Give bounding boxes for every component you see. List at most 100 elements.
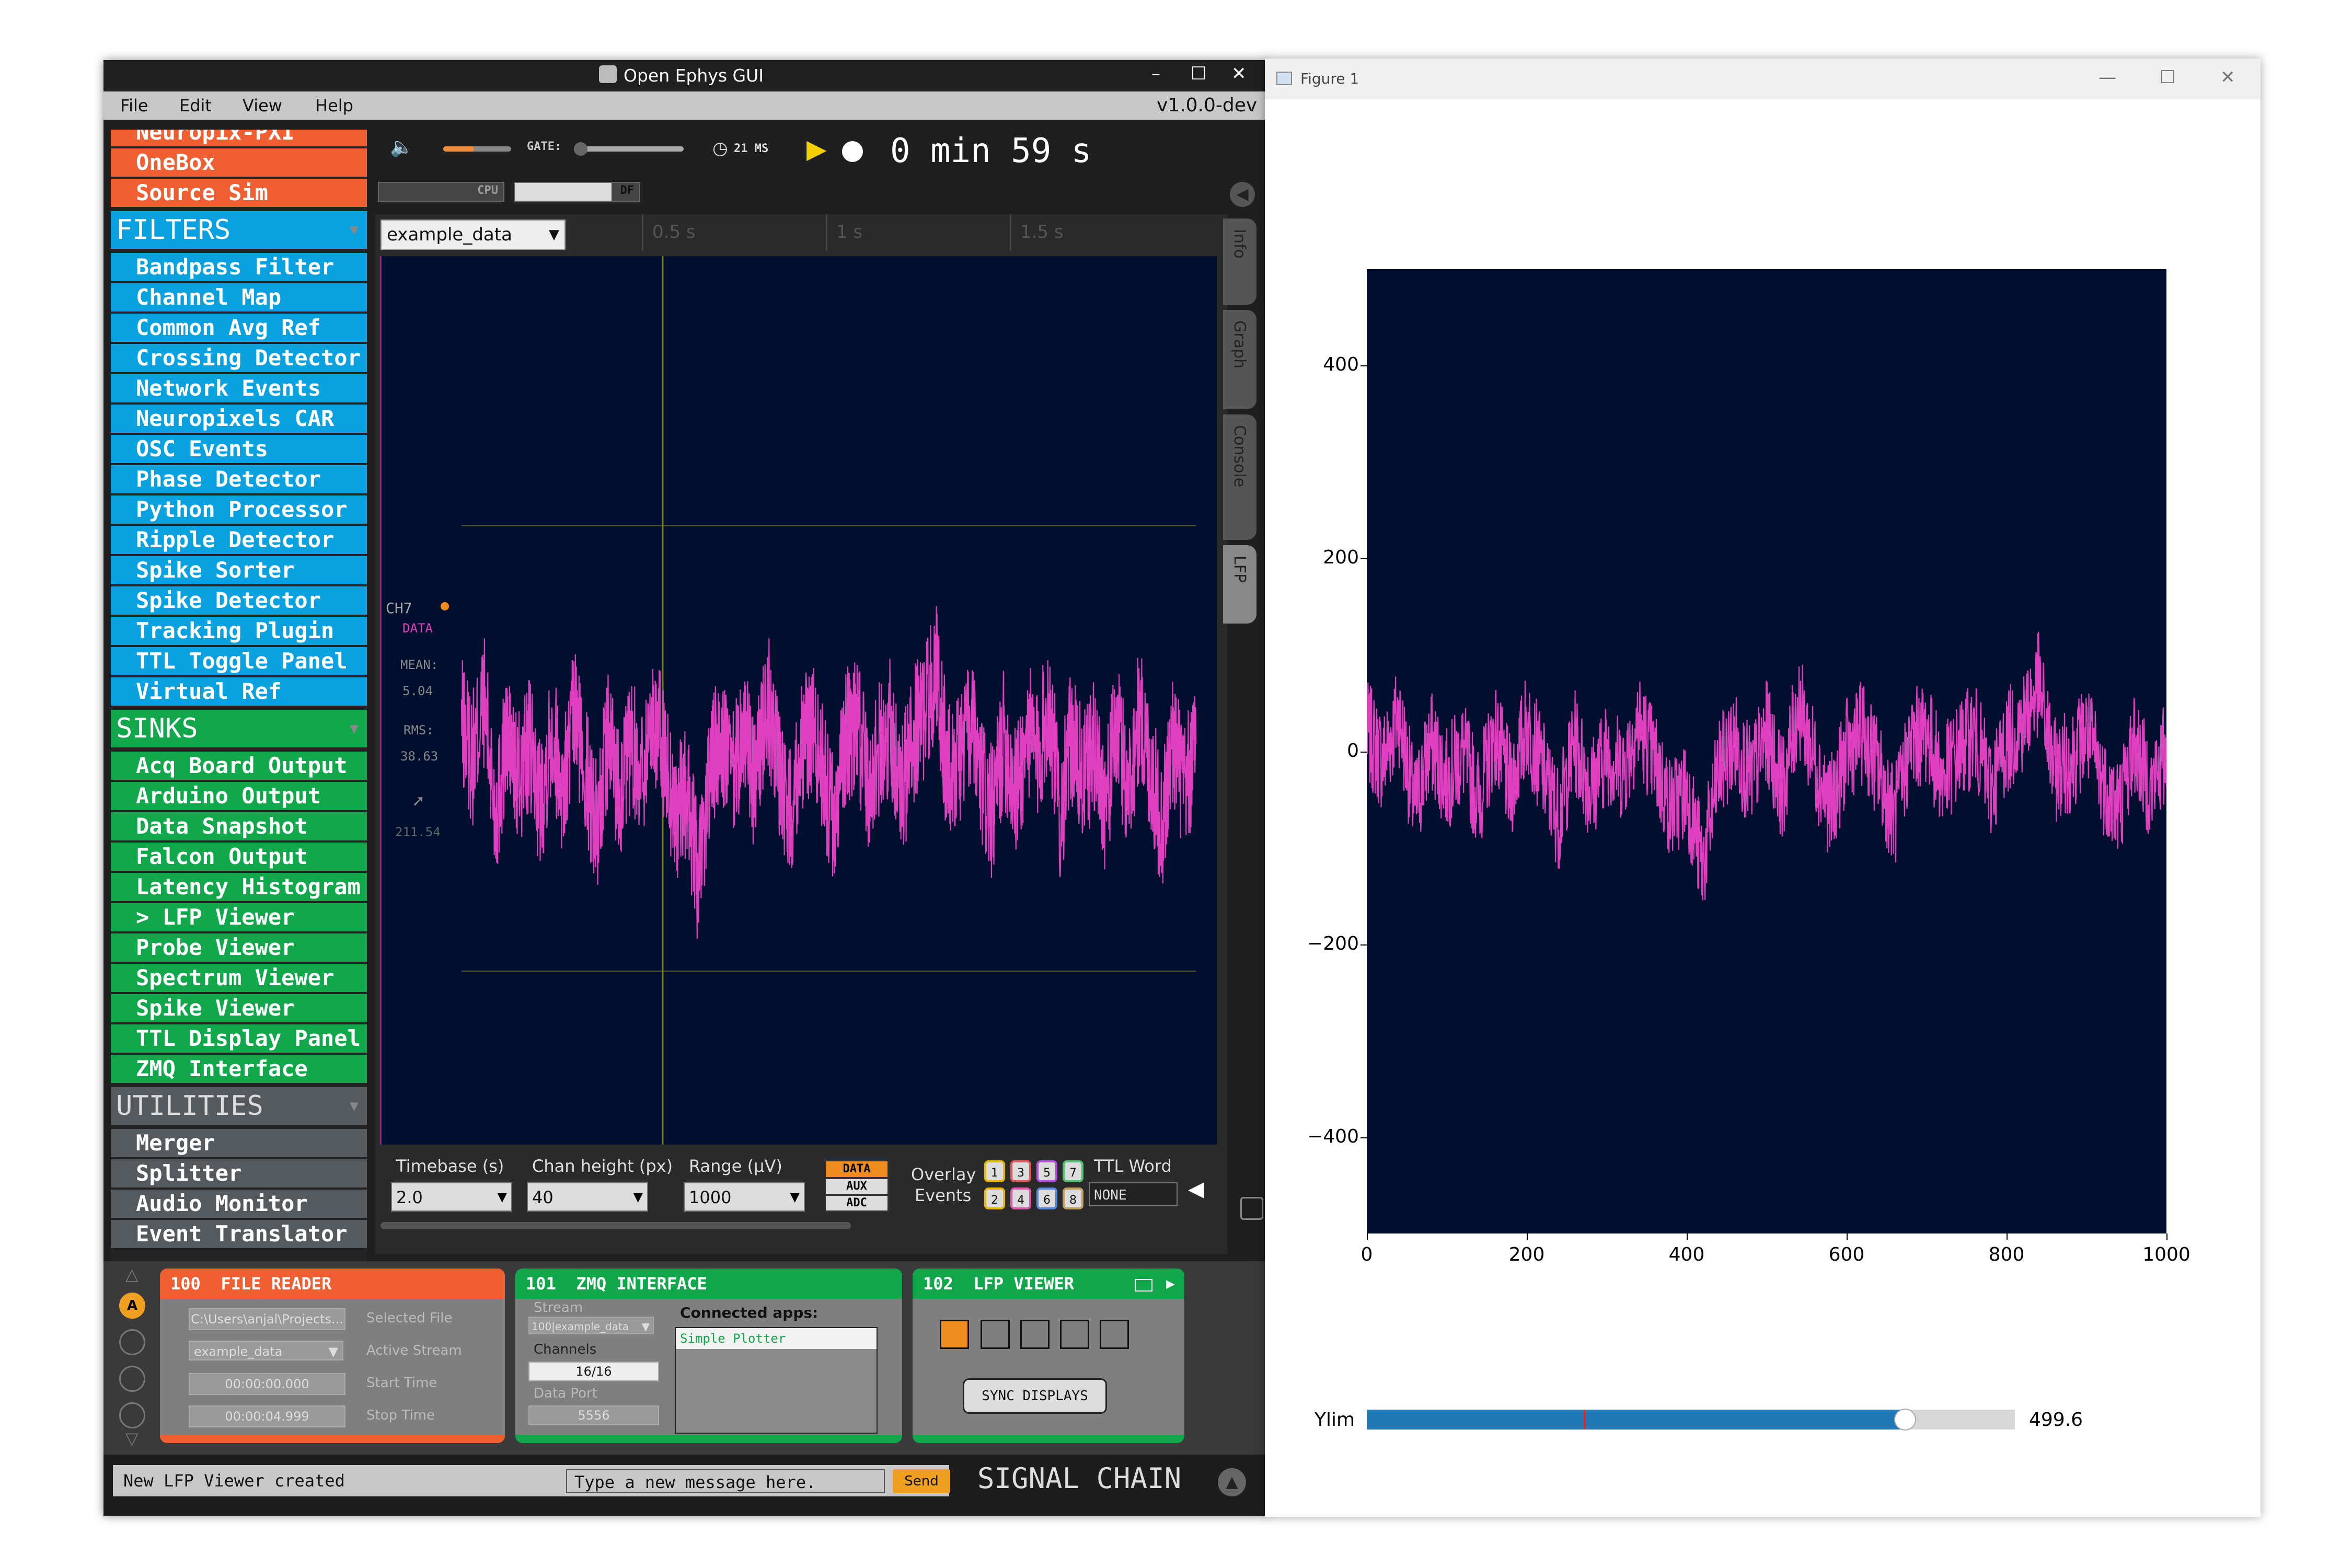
processor-category-header[interactable]: UTILITIES ▼ (111, 1087, 367, 1125)
window-icon[interactable] (1135, 1279, 1152, 1292)
processor-item[interactable]: Data Snapshot (111, 812, 367, 840)
processor-category-header[interactable]: FILTERS ▼ (111, 211, 367, 249)
active-stream-select[interactable]: example_data ▼ (189, 1341, 343, 1361)
plot-axes[interactable] (1367, 269, 2166, 1233)
scroll-up-icon[interactable]: △ (125, 1264, 139, 1284)
processor-item[interactable]: Event Translator (111, 1220, 367, 1248)
processor-item[interactable]: Spike Sorter (111, 556, 367, 584)
processor-item[interactable]: Neuropixels CAR (111, 405, 367, 433)
tab-graph[interactable]: Graph (1223, 310, 1256, 409)
horizontal-scrollbar[interactable] (381, 1222, 851, 1229)
file-reader-editor[interactable]: 100 FILE READER C:\Users\anjal\Projects.… (160, 1269, 505, 1443)
processor-item[interactable]: Tracking Plugin (111, 617, 367, 645)
lfp-viewer-editor[interactable]: 102 LFP VIEWER ▶ SYNC DISPLAYS (913, 1269, 1184, 1443)
menu-edit[interactable]: Edit (179, 96, 212, 116)
processor-item[interactable]: Spectrum Viewer (111, 964, 367, 992)
zmq-channels-field[interactable]: 16/16 (528, 1362, 659, 1381)
processor-item[interactable]: Acq Board Output (111, 752, 367, 780)
processor-item[interactable]: Virtual Ref (111, 677, 367, 706)
volume-slider[interactable] (443, 146, 511, 152)
processor-item[interactable]: Splitter (111, 1159, 367, 1187)
gate-slider[interactable] (574, 142, 684, 156)
processor-item[interactable]: Probe Viewer (111, 933, 367, 962)
layout-two-rows-button[interactable] (1060, 1320, 1089, 1349)
stop-time-field[interactable]: 00:00:04.999 (189, 1405, 345, 1427)
processor-category-header[interactable]: SINKS ▼ (111, 710, 367, 747)
menu-view[interactable]: View (243, 96, 282, 116)
processor-item[interactable]: Spike Viewer (111, 994, 367, 1022)
overlay-event-button[interactable]: 6 (1036, 1187, 1057, 1209)
processor-item[interactable]: OSC Events (111, 435, 367, 463)
processor-item[interactable]: > LFP Viewer (111, 903, 367, 931)
processor-item[interactable]: ZMQ Interface (111, 1055, 367, 1083)
processor-item[interactable]: Bandpass Filter (111, 253, 367, 281)
layout-single-button[interactable] (940, 1320, 969, 1349)
tab-lfp[interactable]: LFP (1223, 545, 1256, 624)
send-button[interactable]: Send (893, 1469, 950, 1493)
sync-displays-button[interactable]: SYNC DISPLAYS (963, 1378, 1107, 1414)
signal-chain-d-button[interactable] (119, 1402, 145, 1428)
play-button[interactable]: ▶ (806, 134, 826, 164)
layout-three-rows-button[interactable] (1100, 1320, 1129, 1349)
tab-icon[interactable]: ▶ (1166, 1269, 1175, 1299)
processor-item[interactable]: TTL Toggle Panel (111, 647, 367, 675)
selected-file-field[interactable]: C:\Users\anjal\Projects... (189, 1308, 345, 1330)
collapse-button[interactable]: ◀ (1230, 182, 1255, 207)
tab-console[interactable]: Console (1223, 414, 1256, 540)
gate-handle[interactable] (574, 142, 587, 156)
timebase-select[interactable]: 2.0 ▼ (391, 1182, 512, 1212)
processor-item[interactable]: Spike Detector (111, 586, 367, 615)
lfp-plot[interactable]: CH7 DATA MEAN: 5.04 RMS: 38.63 ➚ 211.54 (381, 256, 1217, 1145)
pop-out-icon[interactable] (1240, 1197, 1263, 1220)
figure-minimize-button[interactable]: — (2099, 67, 2116, 88)
processor-item[interactable]: Network Events (111, 374, 367, 402)
overlay-event-button[interactable]: 5 (1036, 1160, 1057, 1182)
record-button[interactable] (842, 141, 863, 162)
connected-apps-list[interactable]: Simple Plotter (675, 1327, 878, 1434)
stream-select[interactable]: example_data ▼ (381, 220, 566, 250)
signal-chain-c-button[interactable] (119, 1366, 145, 1392)
connected-app-item[interactable]: Simple Plotter (676, 1328, 877, 1349)
signal-chain-b-button[interactable] (119, 1329, 145, 1355)
processor-list[interactable]: Neuropix-PXI OneBox Source Sim FILTERS ▼ Band… (111, 130, 367, 1311)
processor-item[interactable]: Arduino Output (111, 782, 367, 810)
ylim-slider[interactable] (1367, 1409, 2015, 1431)
processor-item[interactable]: OneBox (111, 148, 367, 177)
maximize-button[interactable]: ☐ (1191, 63, 1206, 84)
overlay-event-button[interactable]: 7 (1063, 1160, 1083, 1182)
processor-item[interactable]: Ripple Detector (111, 526, 367, 554)
minimize-button[interactable]: – (1151, 63, 1160, 84)
ylim-slider-handle[interactable] (1894, 1409, 1917, 1431)
overlay-event-button[interactable]: 3 (1010, 1160, 1031, 1182)
menu-help[interactable]: Help (315, 96, 353, 116)
processor-item[interactable]: Source Sim (111, 179, 367, 207)
speaker-icon[interactable]: 🔈 (390, 136, 413, 158)
processor-item[interactable]: Phase Detector (111, 465, 367, 493)
overlay-event-button[interactable]: 4 (1010, 1187, 1031, 1209)
processor-item[interactable]: Python Processor (111, 495, 367, 524)
overlay-event-button[interactable]: 8 (1063, 1187, 1083, 1209)
figure-maximize-button[interactable]: ☐ (2160, 67, 2175, 88)
layout-three-columns-button[interactable] (1020, 1320, 1050, 1349)
processor-item[interactable]: Audio Monitor (111, 1190, 367, 1218)
zmq-interface-editor[interactable]: 101 ZMQ INTERFACE Stream 100|example_dat… (515, 1269, 902, 1443)
aux-button[interactable]: AUX (825, 1178, 889, 1195)
chan-height-select[interactable]: 40 ▼ (527, 1182, 648, 1212)
data-button[interactable]: DATA (825, 1160, 889, 1178)
processor-item[interactable]: TTL Display Panel (111, 1024, 367, 1053)
start-time-field[interactable]: 00:00:00.000 (189, 1373, 345, 1395)
message-input[interactable]: Type a new message here. (566, 1469, 885, 1493)
collapse-controls-icon[interactable]: ◀ (1188, 1177, 1204, 1201)
zmq-stream-select[interactable]: 100|example_data ▼ (528, 1317, 654, 1334)
layout-two-columns-button[interactable] (981, 1320, 1010, 1349)
menu-file[interactable]: File (120, 96, 148, 116)
processor-item[interactable]: Channel Map (111, 283, 367, 312)
overlay-event-button[interactable]: 1 (984, 1160, 1005, 1182)
tab-info[interactable]: Info (1223, 218, 1256, 305)
processor-item[interactable]: Merger (111, 1129, 367, 1157)
overlay-event-button[interactable]: 2 (984, 1187, 1005, 1209)
signal-chain-a-button[interactable]: A (119, 1293, 145, 1319)
scroll-down-icon[interactable]: ▽ (125, 1428, 139, 1448)
range-select[interactable]: 1000 ▼ (684, 1182, 805, 1212)
processor-item[interactable]: Crossing Detector (111, 344, 367, 372)
